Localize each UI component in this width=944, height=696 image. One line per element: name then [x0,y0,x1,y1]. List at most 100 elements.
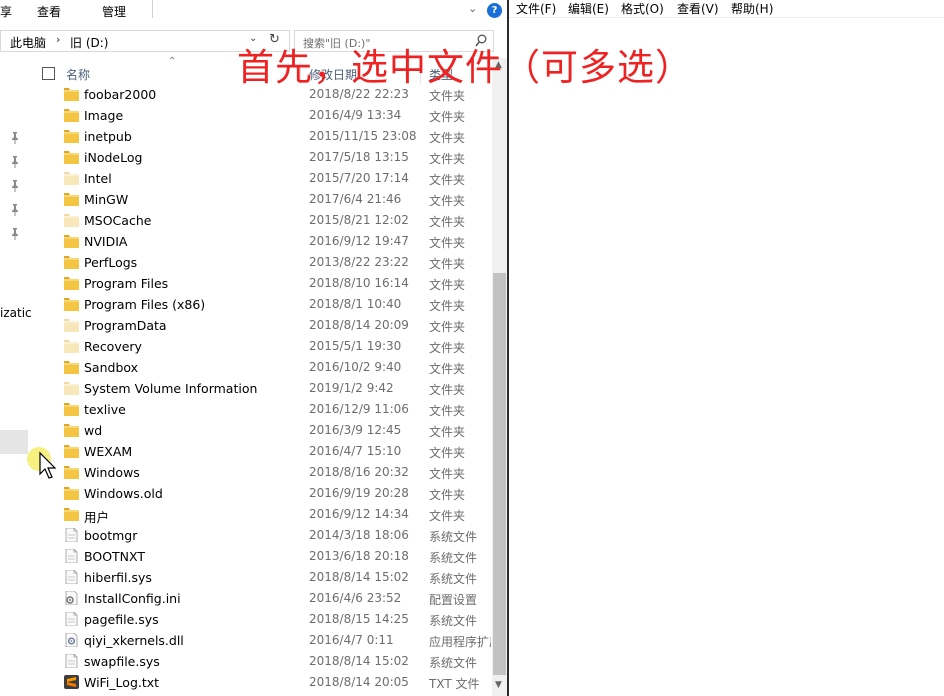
file-icon [64,527,79,543]
help-icon[interactable]: ? [487,3,502,18]
file-date-modified: 2019/1/2 9:42 [309,381,394,395]
file-date-modified: 2015/5/1 19:30 [309,339,402,353]
file-row[interactable]: inetpub 2015/11/15 23:08 文件夹 [0,126,492,147]
ribbon-tab-manage[interactable]: 管理 [102,3,126,20]
file-name[interactable]: Image [84,108,123,123]
file-name[interactable]: hiberfil.sys [84,570,152,585]
file-row[interactable]: 用户 2016/9/12 14:34 文件夹 [0,504,492,525]
expand-ribbon-chevron-icon[interactable]: ⌄ [468,2,477,15]
select-all-checkbox[interactable] [42,67,55,80]
file-date-modified: 2016/4/6 23:52 [309,591,402,605]
ribbon-divider [152,0,153,18]
file-row[interactable]: texlive 2016/12/9 11:06 文件夹 [0,399,492,420]
menu-view[interactable]: 查看(V) [677,0,719,17]
ribbon-tab-view[interactable]: 查看 [37,3,61,20]
file-type: 文件夹 [429,173,466,187]
file-type: 文件夹 [429,215,466,229]
file-name[interactable]: MinGW [84,192,128,207]
file-row[interactable]: Sandbox 2016/10/2 9:40 文件夹 [0,357,492,378]
file-name[interactable]: Windows.old [84,486,163,501]
scrollbar-thumb[interactable] [493,273,506,675]
file-row[interactable]: WEXAM 2016/4/7 15:10 文件夹 [0,441,492,462]
file-row[interactable]: hiberfil.sys 2018/8/14 15:02 系统文件 [0,567,492,588]
file-type: 文件夹 [429,509,466,523]
breadcrumb-chevron-icon[interactable]: › [56,33,60,46]
file-name[interactable]: wd [84,423,102,438]
file-name[interactable]: MSOCache [84,213,151,228]
file-row[interactable]: WiFi_Log.txt 2018/8/14 20:05 TXT 文件 [0,672,492,693]
file-row[interactable]: ProgramData 2018/8/14 20:09 文件夹 [0,315,492,336]
file-type: 文件夹 [429,341,466,355]
file-name[interactable]: pagefile.sys [84,612,159,627]
folder-icon [64,108,79,122]
file-row[interactable]: InstallConfig.ini 2016/4/6 23:52 配置设置 [0,588,492,609]
file-row[interactable]: Image 2016/4/9 13:34 文件夹 [0,105,492,126]
ribbon-tab-share[interactable]: 享 [0,3,12,20]
file-name[interactable]: texlive [84,402,126,417]
file-name[interactable]: inetpub [84,129,132,144]
file-row[interactable]: System Volume Information 2019/1/2 9:42 文件… [0,378,492,399]
file-row[interactable]: PerfLogs 2013/8/22 23:22 文件夹 [0,252,492,273]
sublime-text-icon [64,675,79,689]
menu-help[interactable]: 帮助(H) [731,0,773,17]
file-row[interactable]: pagefile.sys 2018/8/15 14:25 系统文件 [0,609,492,630]
file-name[interactable]: Program Files (x86) [84,297,205,312]
file-row[interactable]: Intel 2015/7/20 17:14 文件夹 [0,168,492,189]
file-date-modified: 2018/8/14 15:02 [309,570,409,584]
file-row[interactable]: bootmgr 2014/3/18 18:06 系统文件 [0,525,492,546]
file-type: 文件夹 [429,278,466,292]
file-name[interactable]: Windows [84,465,140,480]
file-row[interactable]: Windows 2018/8/16 20:32 文件夹 [0,462,492,483]
file-type: 文件夹 [429,110,466,124]
file-date-modified: 2016/4/7 15:10 [309,444,402,458]
menu-file[interactable]: 文件(F) [516,0,556,17]
file-name[interactable]: WiFi_Log.txt [84,675,159,690]
file-row[interactable]: qiyi_xkernels.dll 2016/4/7 0:11 应用程序扩展 [0,630,492,651]
menu-format[interactable]: 格式(O) [621,0,664,17]
file-row[interactable]: MinGW 2017/6/4 21:46 文件夹 [0,189,492,210]
file-name[interactable]: Program Files [84,276,168,291]
file-date-modified: 2018/8/14 15:02 [309,654,409,668]
file-name[interactable]: InstallConfig.ini [84,591,181,606]
vertical-scrollbar[interactable]: ▲ ▼ [492,58,507,696]
file-row[interactable]: Windows.old 2016/9/19 20:28 文件夹 [0,483,492,504]
file-row[interactable]: swapfile.sys 2018/8/14 15:02 系统文件 [0,651,492,672]
file-row[interactable]: Program Files 2018/8/10 16:14 文件夹 [0,273,492,294]
file-name[interactable]: foobar2000 [84,87,156,102]
file-name[interactable]: qiyi_xkernels.dll [84,633,184,648]
file-name[interactable]: PerfLogs [84,255,137,270]
file-type: 配置设置 [429,593,478,607]
file-name[interactable]: Recovery [84,339,142,354]
file-type: 文件夹 [429,425,466,439]
menu-edit[interactable]: 编辑(E) [568,0,609,17]
notepad-text-area[interactable] [509,18,944,696]
file-row[interactable]: BOOTNXT 2013/6/18 20:18 系统文件 [0,546,492,567]
folder-hidden-icon [64,381,79,395]
folder-icon [64,486,79,500]
file-row[interactable]: Recovery 2015/5/1 19:30 文件夹 [0,336,492,357]
column-name-header[interactable]: 名称 [66,66,90,83]
file-name[interactable]: bootmgr [84,528,137,543]
file-row[interactable]: MSOCache 2015/8/21 12:02 文件夹 [0,210,492,231]
folder-icon [64,150,79,164]
breadcrumb-this-pc[interactable]: 此电脑 [10,34,46,51]
file-row[interactable]: iNodeLog 2017/5/18 13:15 文件夹 [0,147,492,168]
file-name[interactable]: Sandbox [84,360,138,375]
file-name[interactable]: iNodeLog [84,150,142,165]
file-name[interactable]: WEXAM [84,444,132,459]
file-row[interactable]: NVIDIA 2016/9/12 19:47 文件夹 [0,231,492,252]
file-name[interactable]: ProgramData [84,318,167,333]
folder-hidden-icon [64,318,79,332]
file-row[interactable]: Program Files (x86) 2018/8/1 10:40 文件夹 [0,294,492,315]
file-name[interactable]: NVIDIA [84,234,127,249]
file-row[interactable]: wd 2016/3/9 12:45 文件夹 [0,420,492,441]
file-name[interactable]: BOOTNXT [84,549,145,564]
file-type: 文件夹 [429,236,466,250]
file-name[interactable]: swapfile.sys [84,654,160,669]
breadcrumb-drive-d[interactable]: 旧 (D:) [70,34,108,51]
file-name[interactable]: Intel [84,171,112,186]
file-name[interactable]: 用户 [84,507,109,526]
file-explorer-window: 享 查看 管理 ⌄ ? 此电脑 › 旧 (D:) ⌄ ↻ 搜索"旧 (D:)" … [0,0,508,696]
scroll-down-arrow-icon[interactable]: ▼ [495,680,502,690]
file-name[interactable]: System Volume Information [84,381,257,396]
